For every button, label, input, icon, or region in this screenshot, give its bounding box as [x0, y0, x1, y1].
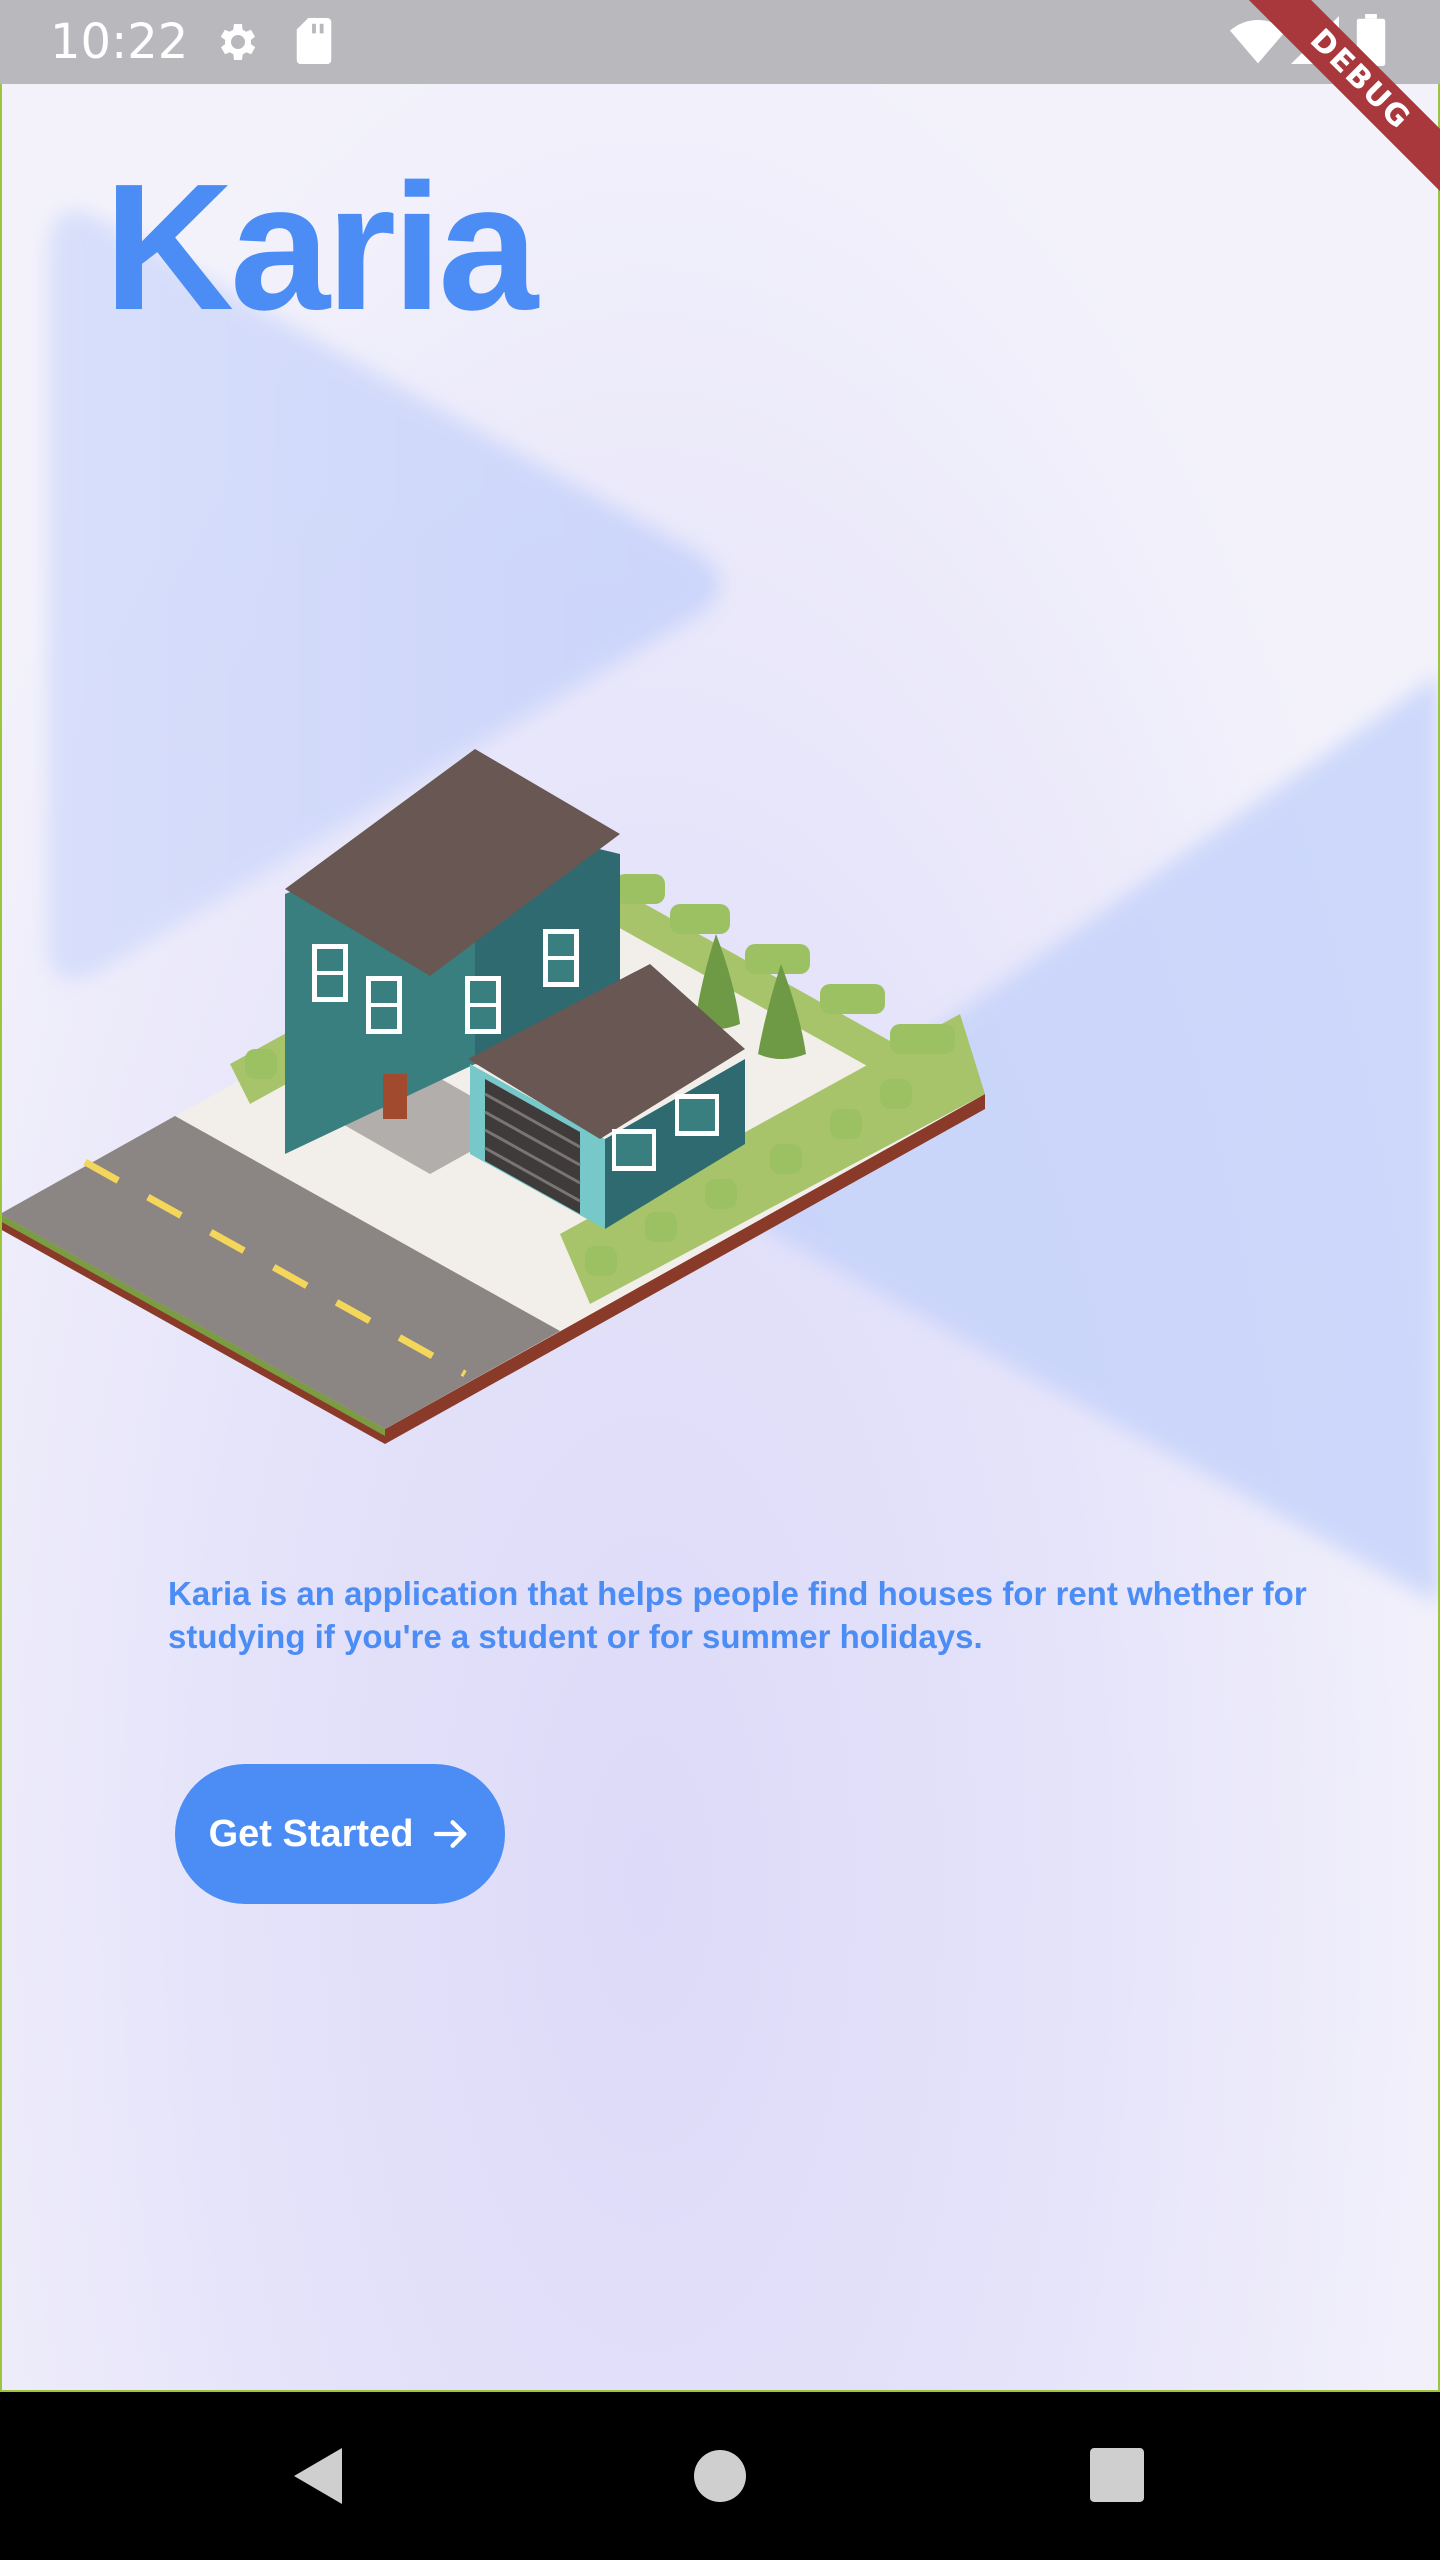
arrow-right-icon — [434, 1820, 467, 1848]
app-title: Karia — [104, 147, 538, 348]
recents-icon[interactable] — [1090, 2448, 1144, 2502]
home-icon[interactable] — [694, 2450, 746, 2502]
gear-icon — [220, 24, 256, 60]
get-started-label: Get Started — [208, 1812, 414, 1855]
status-time: 10:22 — [50, 14, 189, 70]
app-description: Karia is an application that helps peopl… — [168, 1575, 1307, 1655]
status-bar: 10:22 — [0, 0, 1440, 84]
house-illustration — [0, 749, 985, 1444]
get-started-button[interactable]: Get Started — [175, 1764, 505, 1904]
navigation-bar — [0, 2390, 1440, 2560]
sd-card-icon — [296, 18, 332, 64]
back-icon[interactable] — [290, 2446, 346, 2506]
welcome-screen: Karia Karia is an application that helps… — [0, 84, 1440, 2390]
